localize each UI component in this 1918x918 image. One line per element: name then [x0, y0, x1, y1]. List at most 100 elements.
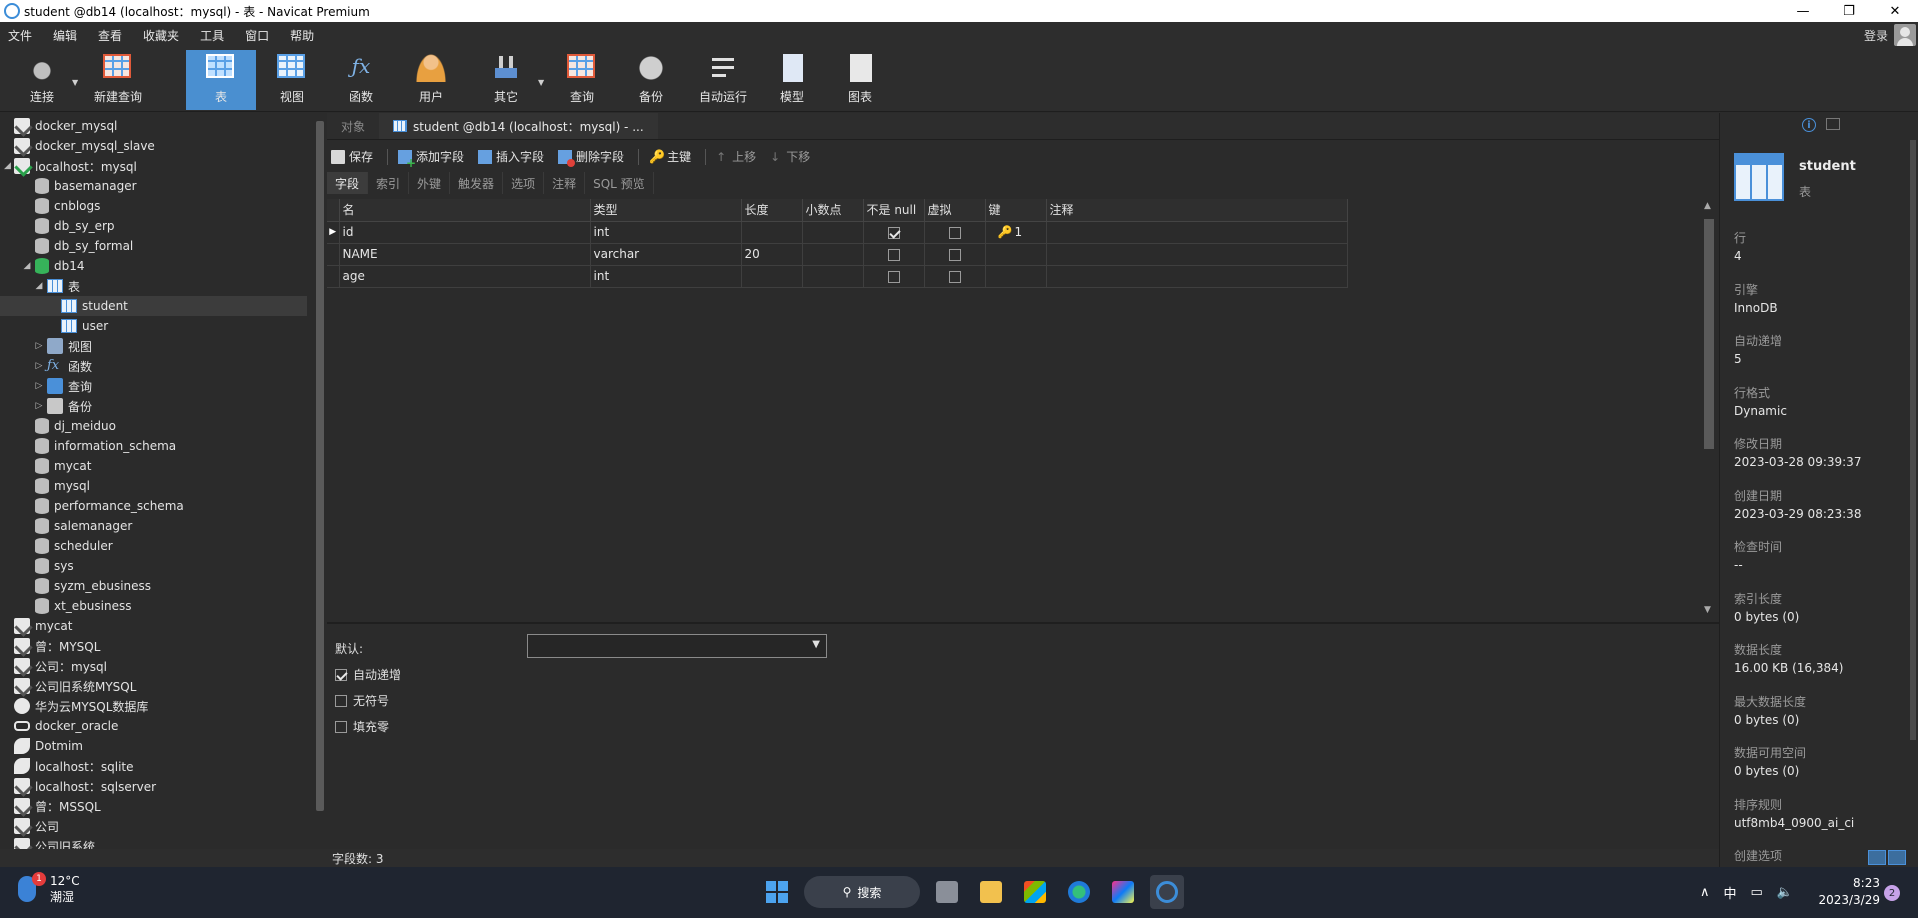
navigator-item[interactable]: syzm_ebusiness: [0, 576, 307, 596]
collapsed-arrow-icon[interactable]: ▷: [34, 361, 44, 371]
field-name-cell[interactable]: age: [339, 265, 591, 288]
field-type-cell[interactable]: varchar: [590, 243, 742, 266]
navigator-item[interactable]: sys: [0, 556, 307, 576]
field-name-cell[interactable]: id: [339, 221, 591, 244]
clock[interactable]: 8:23 2023/3/29: [1810, 875, 1880, 909]
login-area[interactable]: 登录: [1864, 24, 1916, 46]
navigator-item[interactable]: ▷ ƒx 函数: [0, 356, 307, 376]
toolbar-model-button[interactable]: 模型: [770, 50, 814, 110]
toolbar-function-button[interactable]: ƒx 函数: [336, 50, 386, 110]
split-view-icon[interactable]: [1868, 850, 1886, 865]
field-key-cell[interactable]: [985, 265, 1047, 288]
fields-scrollbar[interactable]: ▲ ▼: [1700, 199, 1718, 617]
store-button[interactable]: [1018, 875, 1052, 909]
menu-view[interactable]: 查看: [90, 27, 135, 44]
column-header-name[interactable]: 名: [339, 199, 591, 222]
column-header-decimals[interactable]: 小数点: [802, 199, 864, 222]
expanded-arrow-icon[interactable]: ◢: [22, 261, 32, 271]
field-row[interactable]: age int: [327, 265, 1348, 288]
toolbar-view-button[interactable]: 视图: [266, 50, 318, 110]
tab-indexes[interactable]: 索引: [368, 172, 410, 194]
navigator-item[interactable]: 曾：MSSQL: [0, 796, 307, 816]
navigator-item[interactable]: mysql: [0, 476, 307, 496]
other-dropdown-icon[interactable]: ▼: [538, 78, 544, 87]
info-icon[interactable]: i: [1802, 118, 1816, 132]
navigator-item[interactable]: dj_meiduo: [0, 416, 307, 436]
column-header-key[interactable]: 键: [985, 199, 1047, 222]
navigator-item[interactable]: student: [0, 296, 307, 316]
column-header-length[interactable]: 长度: [741, 199, 803, 222]
menu-favorites[interactable]: 收藏夹: [135, 27, 192, 44]
minimize-button[interactable]: —: [1780, 0, 1826, 22]
tab-objects[interactable]: 对象: [327, 113, 379, 139]
tab-fields[interactable]: 字段: [327, 172, 369, 194]
toolbar-table-button[interactable]: 表: [186, 50, 256, 110]
navigator-item[interactable]: docker_mysql_slave: [0, 136, 307, 156]
field-key-cell[interactable]: [985, 243, 1047, 266]
navigator-item[interactable]: ▷ 备份: [0, 396, 307, 416]
menu-help[interactable]: 帮助: [282, 27, 327, 44]
toolbar-chart-button[interactable]: 图表: [838, 50, 882, 110]
navigator-item[interactable]: Dotmim: [0, 736, 307, 756]
virtual-checkbox[interactable]: [948, 226, 961, 239]
auto-increment-row[interactable]: 自动递增: [335, 666, 401, 683]
navigator-item[interactable]: scheduler: [0, 536, 307, 556]
toolbar-new-query-button[interactable]: 新建查询: [88, 50, 148, 110]
field-length-cell[interactable]: 20: [741, 243, 803, 266]
insert-field-button[interactable]: 插入字段: [474, 146, 552, 168]
navigator-scroll-thumb[interactable]: [316, 121, 324, 811]
edge-button[interactable]: [1062, 875, 1096, 909]
navigator-item[interactable]: ◢ 表: [0, 276, 307, 296]
navigator-item[interactable]: basemanager: [0, 176, 307, 196]
navigator-item[interactable]: localhost：sqlserver: [0, 776, 307, 796]
scroll-up-icon[interactable]: ▲: [1704, 201, 1711, 211]
volume-icon[interactable]: 🔈: [1777, 885, 1793, 900]
ime-indicator[interactable]: 中: [1724, 883, 1737, 902]
menu-file[interactable]: 文件: [0, 27, 45, 44]
move-down-button[interactable]: ↓ 下移: [766, 146, 818, 168]
collapsed-arrow-icon[interactable]: ▷: [34, 341, 44, 351]
info-view-icon[interactable]: [1888, 850, 1906, 865]
row-marker[interactable]: ▶: [327, 221, 340, 244]
toolbar-query-button[interactable]: 查询: [556, 50, 608, 110]
column-header-virtual[interactable]: 虚拟: [924, 199, 986, 222]
navigator-item[interactable]: 公司旧系统: [0, 836, 307, 850]
scroll-down-icon[interactable]: ▼: [1704, 605, 1711, 615]
weather-widget[interactable]: 1 12°C 潮湿: [18, 872, 80, 905]
auto-increment-checkbox[interactable]: [335, 668, 347, 681]
navigator-item[interactable]: ▷ 视图: [0, 336, 307, 356]
not-null-checkbox[interactable]: [887, 226, 900, 239]
navigator-item[interactable]: db_sy_formal: [0, 236, 307, 256]
collapsed-arrow-icon[interactable]: ▷: [34, 381, 44, 391]
add-field-button[interactable]: 添加字段: [394, 146, 472, 170]
toolbar-user-button[interactable]: 用户: [406, 50, 456, 110]
navigator-scrollbar[interactable]: [315, 113, 325, 850]
login-label[interactable]: 登录: [1864, 27, 1888, 44]
tab-options[interactable]: 选项: [503, 172, 545, 194]
chevron-up-icon[interactable]: ∧: [1700, 885, 1710, 900]
navigator-item[interactable]: ◢ localhost：mysql: [0, 156, 307, 176]
task-view-button[interactable]: [930, 875, 964, 909]
tab-student-design[interactable]: student @db14 (localhost：mysql) - ...: [379, 113, 658, 139]
virtual-checkbox[interactable]: [948, 270, 961, 283]
toolbar-automation-button[interactable]: 自动运行: [690, 50, 756, 110]
field-length-cell[interactable]: [741, 221, 803, 244]
navigator-item[interactable]: 曾：MYSQL: [0, 636, 307, 656]
navigator-item[interactable]: docker_oracle: [0, 716, 307, 736]
field-name-cell[interactable]: NAME: [339, 243, 591, 266]
navigator-item[interactable]: salemanager: [0, 516, 307, 536]
default-value-select[interactable]: ▼: [527, 634, 827, 658]
save-button[interactable]: 保存: [327, 146, 381, 168]
field-key-cell[interactable]: 🔑 1: [985, 221, 1047, 244]
field-type-cell[interactable]: int: [590, 221, 742, 244]
column-header-not-null[interactable]: 不是 null: [863, 199, 925, 222]
navigator-item[interactable]: 公司旧系统MYSQL: [0, 676, 307, 696]
navigator-item[interactable]: ▷ 查询: [0, 376, 307, 396]
field-comment-cell[interactable]: [1046, 221, 1348, 244]
unsigned-row[interactable]: 无符号: [335, 692, 389, 709]
tab-comment[interactable]: 注释: [544, 172, 586, 194]
navigator-item[interactable]: mycat: [0, 456, 307, 476]
navigator-item[interactable]: docker_mysql: [0, 116, 307, 136]
navigator-item[interactable]: information_schema: [0, 436, 307, 456]
menu-tools[interactable]: 工具: [192, 27, 237, 44]
